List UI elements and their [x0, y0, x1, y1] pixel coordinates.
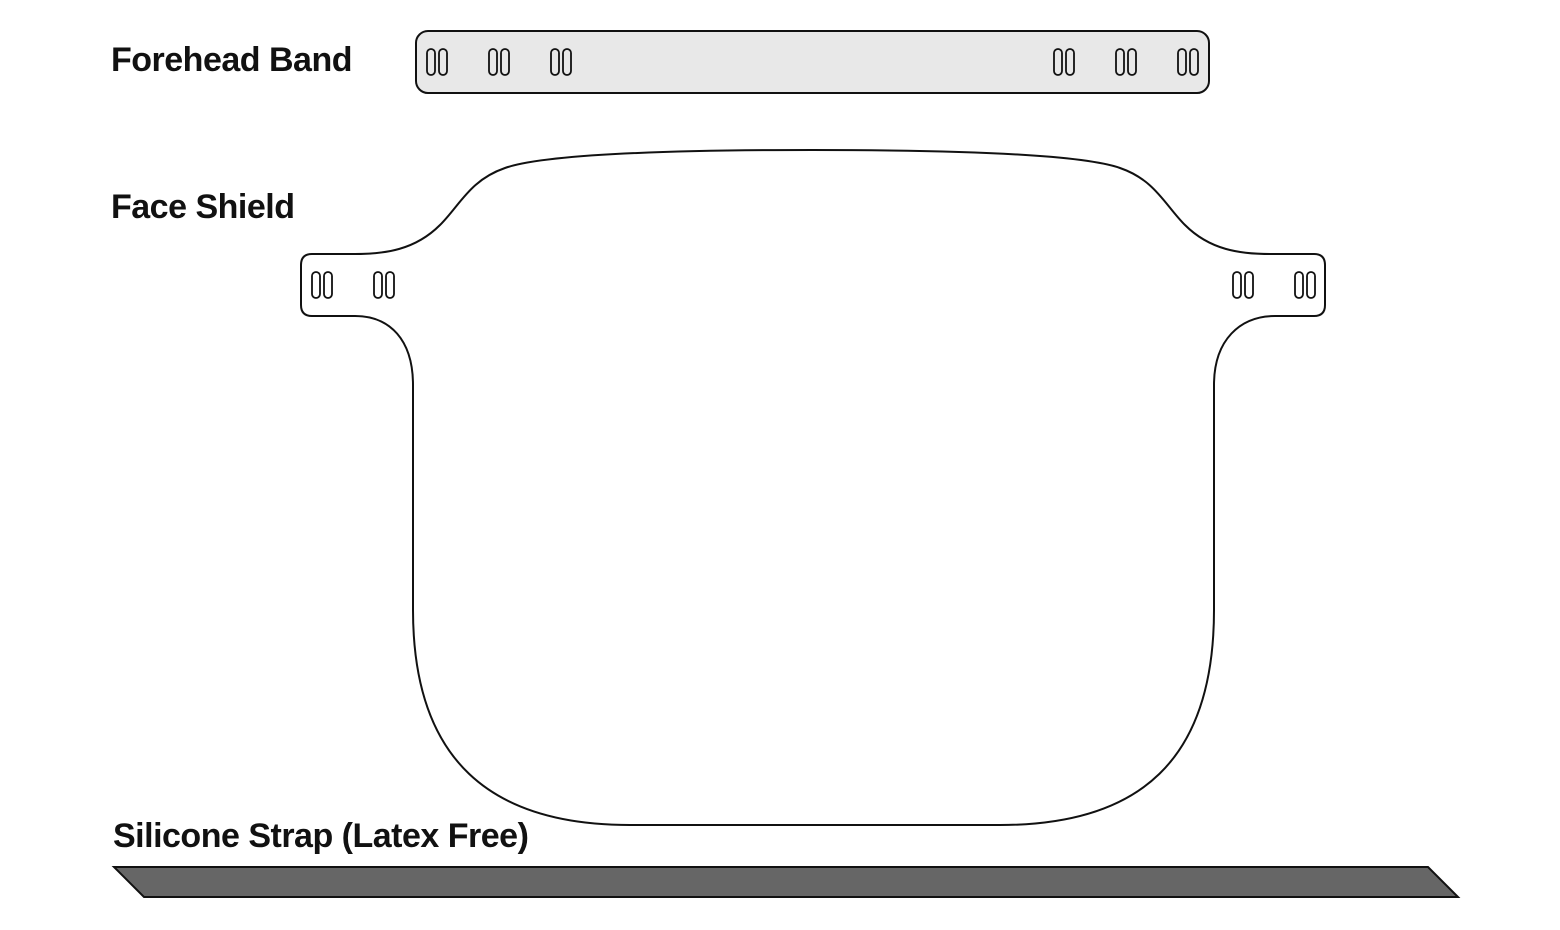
- face-shield: [300, 148, 1326, 826]
- face-shield-kit-diagram: [111, 30, 1461, 898]
- face-shield-body: [300, 148, 1326, 826]
- silicone-strap: [111, 866, 1461, 898]
- forehead-band-body: [415, 30, 1210, 94]
- forehead-band: [415, 30, 1210, 94]
